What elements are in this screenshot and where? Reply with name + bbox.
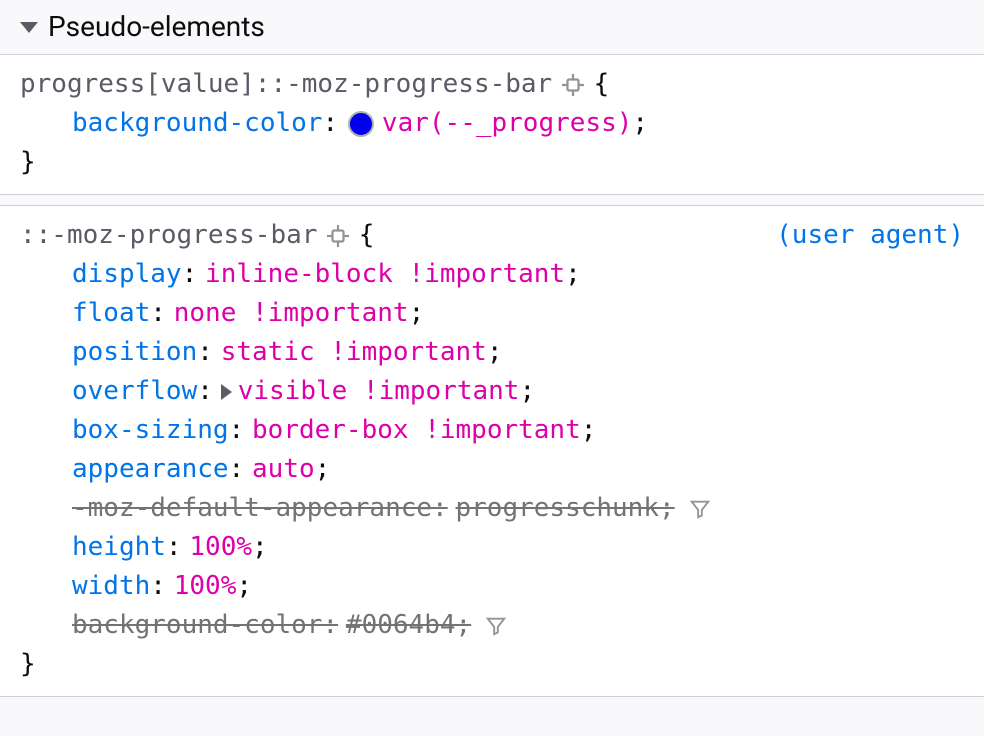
colon: : (229, 411, 245, 450)
filter-icon[interactable] (689, 498, 711, 520)
css-rule: progress[value]::-moz-progress-bar { bac… (0, 55, 984, 195)
colon: : (150, 567, 166, 606)
selector[interactable]: progress[value]::-moz-progress-bar (20, 65, 552, 104)
property-value[interactable]: #0064b4 (346, 606, 456, 645)
declaration[interactable]: appearance:auto; (72, 450, 964, 489)
open-brace: { (359, 216, 375, 255)
declaration[interactable]: display:inline-block !important; (72, 255, 964, 294)
colon: : (150, 294, 166, 333)
colon: : (197, 333, 213, 372)
rule-source[interactable]: (user agent) (776, 216, 964, 255)
property-value[interactable]: none !important (174, 294, 409, 333)
colon: : (166, 528, 182, 567)
property-name[interactable]: overflow (72, 372, 197, 411)
declaration[interactable]: background-color:#0064b4; (72, 606, 964, 645)
colon: : (432, 489, 448, 528)
property-name[interactable]: background-color (72, 606, 322, 645)
colon: : (322, 606, 338, 645)
highlighter-icon[interactable] (326, 224, 350, 248)
expand-icon[interactable] (221, 384, 232, 400)
semicolon: ; (236, 567, 252, 606)
property-value[interactable]: 100% (174, 567, 237, 606)
declarations: background-color: var(--_progress); (20, 104, 964, 143)
declaration[interactable]: background-color: var(--_progress); (72, 104, 964, 143)
property-name[interactable]: width (72, 567, 150, 606)
property-name[interactable]: position (72, 333, 197, 372)
css-rule: ::-moz-progress-bar { (user agent) displ… (0, 205, 984, 697)
property-name[interactable]: box-sizing (72, 411, 229, 450)
declaration[interactable]: height:100%; (72, 528, 964, 567)
pseudo-elements-section-header[interactable]: Pseudo-elements (0, 0, 984, 55)
open-brace: { (594, 65, 610, 104)
declaration[interactable]: overflow: visible !important; (72, 372, 964, 411)
semicolon: ; (456, 606, 472, 645)
close-brace: } (20, 143, 964, 182)
semicolon: ; (487, 333, 503, 372)
semicolon: ; (252, 528, 268, 567)
declaration[interactable]: width:100%; (72, 567, 964, 606)
colon: : (197, 372, 213, 411)
semicolon: ; (519, 372, 535, 411)
declarations: display:inline-block !important;float:no… (20, 255, 964, 645)
filter-icon[interactable] (485, 615, 507, 637)
declaration[interactable]: box-sizing:border-box !important; (72, 411, 964, 450)
semicolon: ; (581, 411, 597, 450)
property-value[interactable]: static !important (221, 333, 487, 372)
property-name[interactable]: display (72, 255, 182, 294)
semicolon: ; (632, 104, 648, 143)
color-swatch[interactable] (348, 111, 374, 137)
section-title: Pseudo-elements (48, 6, 265, 48)
close-brace: } (20, 645, 964, 684)
semicolon: ; (409, 294, 425, 333)
declaration[interactable]: position:static !important; (72, 333, 964, 372)
property-name[interactable]: -moz-default-appearance (72, 489, 432, 528)
colon: : (229, 450, 245, 489)
styles-panel: Pseudo-elements progress[value]::-moz-pr… (0, 0, 984, 697)
declaration[interactable]: float:none !important; (72, 294, 964, 333)
colon: : (322, 104, 338, 143)
property-value[interactable]: visible !important (238, 372, 520, 411)
rule-header: ::-moz-progress-bar { (user agent) (20, 216, 964, 255)
property-name[interactable]: appearance (72, 450, 229, 489)
colon: : (182, 255, 198, 294)
rule-header: progress[value]::-moz-progress-bar { (20, 65, 964, 104)
property-value[interactable]: auto (252, 450, 315, 489)
twisty-down-icon (20, 22, 38, 33)
property-value[interactable]: inline-block !important (205, 255, 565, 294)
property-name[interactable]: background-color (72, 104, 322, 143)
declaration[interactable]: -moz-default-appearance:progresschunk; (72, 489, 964, 528)
property-value[interactable]: var(--_progress) (382, 104, 632, 143)
selector[interactable]: ::-moz-progress-bar (20, 216, 317, 255)
semicolon: ; (315, 450, 331, 489)
semicolon: ; (659, 489, 675, 528)
property-name[interactable]: float (72, 294, 150, 333)
property-value[interactable]: progresschunk (456, 489, 660, 528)
property-value[interactable]: 100% (189, 528, 252, 567)
highlighter-icon[interactable] (561, 73, 585, 97)
property-value[interactable]: border-box !important (252, 411, 581, 450)
property-name[interactable]: height (72, 528, 166, 567)
semicolon: ; (565, 255, 581, 294)
